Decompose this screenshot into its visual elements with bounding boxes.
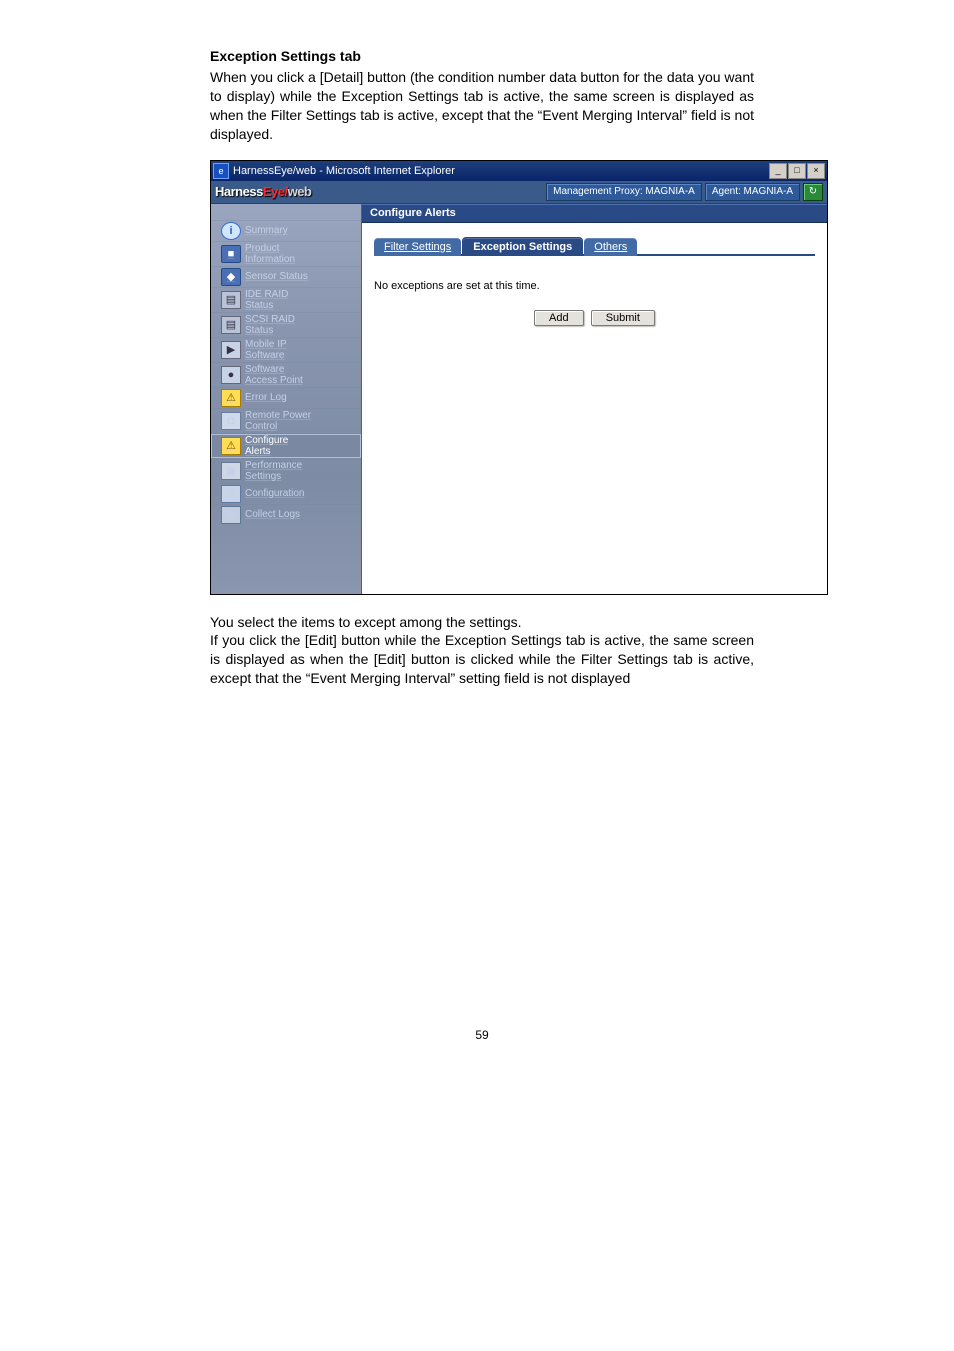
body-paragraph-3: If you click the [Edit] button while the…: [210, 631, 754, 688]
submit-button[interactable]: Submit: [591, 310, 655, 326]
nav-configuration-label: Configuration: [245, 488, 304, 499]
nav-performance[interactable]: ▣PerformanceSettings: [211, 458, 361, 483]
nav-ide-raid-icon: ▤: [221, 291, 241, 309]
nav-configuration-icon: ⚙: [221, 485, 241, 503]
nav-summary-label: Summary: [245, 225, 288, 236]
nav-performance-label: PerformanceSettings: [245, 460, 302, 482]
nav-configure-alerts[interactable]: ⚠ConfigureAlerts: [211, 433, 361, 458]
agent-label: Agent: MAGNIA-A: [705, 183, 800, 201]
management-proxy-label: Management Proxy: MAGNIA-A: [546, 183, 702, 201]
nav-scsi-raid-label: SCSI RAIDStatus: [245, 314, 295, 336]
window-titlebar: e HarnessEye/web - Microsoft Internet Ex…: [211, 161, 827, 181]
app-screenshot: e HarnessEye/web - Microsoft Internet Ex…: [210, 160, 828, 595]
nav-product-info[interactable]: ■ProductInformation: [211, 241, 361, 266]
ie-icon: e: [213, 163, 229, 179]
nav-sensor-status-icon: ◆: [221, 268, 241, 286]
nav-collect-logs[interactable]: ▥ Collect Logs: [211, 504, 361, 525]
sidebar-nav: iSummary■ProductInformation◆Sensor Statu…: [211, 204, 362, 594]
window-title: HarnessEye/web - Microsoft Internet Expl…: [233, 165, 769, 177]
nav-error-log[interactable]: ⚠ Error Log: [211, 387, 361, 408]
nav-sensor-status-label: Sensor Status: [245, 271, 308, 282]
section-heading: Exception Settings tab: [210, 48, 754, 64]
nav-mobile-ip-label: Mobile IPSoftware: [245, 339, 287, 361]
nav-error-log-icon: ⚠: [221, 389, 241, 407]
nav-ide-raid-label: IDE RAIDStatus: [245, 289, 288, 311]
add-button[interactable]: Add: [534, 310, 584, 326]
tab-exception-settings[interactable]: Exception Settings: [462, 237, 583, 256]
window-close-button[interactable]: ×: [807, 163, 825, 179]
empty-state-text: No exceptions are set at this time.: [374, 280, 815, 292]
nav-summary[interactable]: i Summary: [211, 220, 361, 241]
nav-remote-power-label: Remote PowerControl: [245, 410, 311, 432]
tab-others[interactable]: Others: [584, 238, 637, 256]
nav-sensor-status[interactable]: ◆ Sensor Status: [211, 266, 361, 287]
nav-ide-raid[interactable]: ▤IDE RAIDStatus: [211, 287, 361, 312]
window-maximize-button[interactable]: □: [788, 163, 806, 179]
nav-configure-alerts-icon: ⚠: [221, 437, 241, 455]
refresh-button[interactable]: ↻: [803, 183, 823, 201]
nav-sw-ap-label: SoftwareAccess Point: [245, 364, 303, 386]
nav-product-info-icon: ■: [221, 245, 241, 263]
nav-sw-ap-icon: ●: [221, 366, 241, 384]
nav-summary-icon: i: [221, 222, 241, 240]
app-logo: HarnessEye/web: [215, 184, 543, 199]
tab-filter-settings[interactable]: Filter Settings: [374, 238, 461, 256]
body-paragraph-1: When you click a [Detail] button (the co…: [210, 68, 754, 144]
page-number: 59: [210, 1028, 754, 1042]
nav-mobile-ip[interactable]: ▶Mobile IPSoftware: [211, 337, 361, 362]
nav-sw-ap[interactable]: ●SoftwareAccess Point: [211, 362, 361, 387]
app-header: HarnessEye/web Management Proxy: MAGNIA-…: [211, 181, 827, 204]
body-paragraph-2: You select the items to except among the…: [210, 613, 754, 632]
nav-remote-power[interactable]: ◘Remote PowerControl: [211, 408, 361, 433]
nav-product-info-label: ProductInformation: [245, 243, 295, 265]
nav-collect-logs-icon: ▥: [221, 506, 241, 524]
nav-configuration[interactable]: ⚙ Configuration: [211, 483, 361, 504]
window-minimize-button[interactable]: _: [769, 163, 787, 179]
refresh-icon: ↻: [809, 186, 817, 197]
nav-configure-alerts-label: ConfigureAlerts: [245, 435, 288, 457]
tabs-row: Filter Settings Exception Settings Other…: [362, 223, 827, 256]
nav-mobile-ip-icon: ▶: [221, 341, 241, 359]
nav-collect-logs-label: Collect Logs: [245, 509, 300, 520]
content-area: Configure Alerts Filter Settings Excepti…: [362, 204, 827, 594]
nav-scsi-raid-icon: ▤: [221, 316, 241, 334]
nav-scsi-raid[interactable]: ▤SCSI RAIDStatus: [211, 312, 361, 337]
nav-remote-power-icon: ◘: [221, 412, 241, 430]
nav-performance-icon: ▣: [221, 462, 241, 480]
section-header: Configure Alerts: [362, 204, 827, 223]
nav-error-log-label: Error Log: [245, 392, 287, 403]
